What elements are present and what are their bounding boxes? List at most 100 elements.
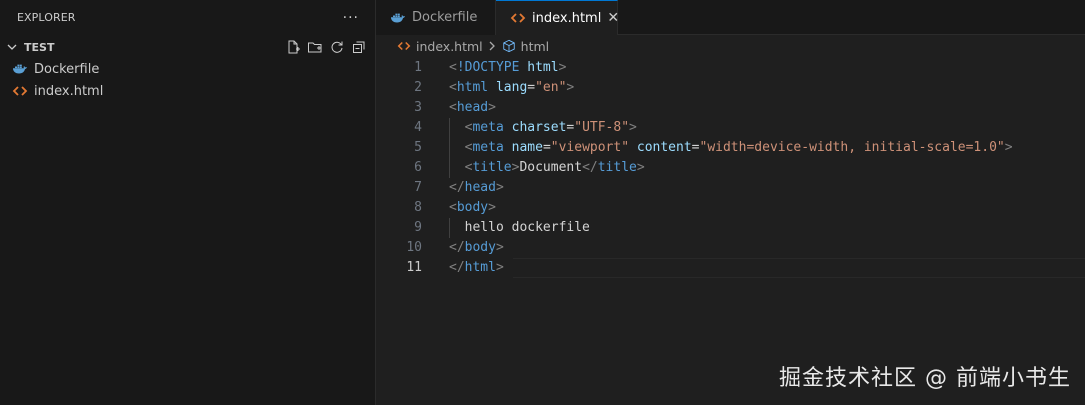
docker-icon <box>390 10 406 26</box>
code-line[interactable]: 2 <html lang="en"> <box>376 78 1085 98</box>
code-token: html <box>527 60 559 75</box>
code-token: </ <box>449 260 465 275</box>
tab-label: Dockerfile <box>412 10 478 25</box>
editor-area: Dockerfile index.html ✕ index.html html <box>376 0 1085 405</box>
explorer-header: EXPLORER ··· <box>0 0 375 35</box>
code-line[interactable]: 8 <body> <box>376 198 1085 218</box>
line-number: 7 <box>414 180 422 195</box>
folder-row-test[interactable]: TEST <box>0 36 375 58</box>
line-number: 2 <box>414 80 422 95</box>
code-token: title <box>472 160 512 175</box>
html-file-icon <box>396 38 412 54</box>
code-token: body <box>464 240 496 255</box>
refresh-icon[interactable] <box>329 39 345 55</box>
code-token: content <box>636 140 692 155</box>
code-line[interactable]: 9 hello dockerfile <box>376 218 1085 238</box>
code-token: > <box>636 160 645 175</box>
code-token: < <box>449 100 457 115</box>
line-source: <body> <box>449 198 496 218</box>
line-source: </body> <box>449 238 504 258</box>
close-icon[interactable]: ✕ <box>607 10 619 26</box>
code-line[interactable]: 6 <title>Document</title> <box>376 158 1085 178</box>
code-token: > <box>495 180 504 195</box>
file-item-dockerfile[interactable]: Dockerfile <box>0 58 375 80</box>
code-token: title <box>597 160 637 175</box>
code-token: name <box>511 140 543 155</box>
code-token: > <box>495 260 504 275</box>
explorer-title: EXPLORER <box>17 11 76 24</box>
tab-dockerfile[interactable]: Dockerfile <box>376 0 496 35</box>
breadcrumb-file[interactable]: index.html <box>416 39 483 54</box>
file-item-index-html[interactable]: index.html <box>0 80 375 102</box>
code-token: "UTF-8" <box>574 120 630 135</box>
file-name: index.html <box>34 83 104 99</box>
code-token: < <box>449 200 457 215</box>
code-token: = <box>691 140 700 155</box>
line-source: </head> <box>449 178 504 198</box>
line-source: <head> <box>449 98 496 118</box>
new-file-icon[interactable] <box>285 39 301 55</box>
code-token: > <box>1004 140 1013 155</box>
code-token: html <box>456 80 489 95</box>
code-line[interactable]: 5 <meta name="viewport" content="width=d… <box>376 138 1085 158</box>
html-file-icon <box>510 10 526 26</box>
code-token: > <box>488 200 496 215</box>
code-line[interactable]: 3 <head> <box>376 98 1085 118</box>
line-number: 3 <box>414 100 422 115</box>
code-token: !DOCTYPE <box>456 60 520 75</box>
code-token: body <box>456 200 489 215</box>
file-name: Dockerfile <box>34 61 100 77</box>
chevron-down-icon <box>4 39 20 55</box>
vscode-window: EXPLORER ··· TEST Dockerfile index.html … <box>0 0 1085 405</box>
html-file-icon <box>12 83 28 99</box>
code-line[interactable]: 11 </html> <box>376 258 1085 278</box>
tab-index-html[interactable]: index.html ✕ <box>496 0 619 35</box>
code-token: meta <box>472 140 504 155</box>
code-line[interactable]: 7 </head> <box>376 178 1085 198</box>
chevron-right-icon <box>487 40 497 52</box>
line-source: <html lang="en"> <box>449 78 574 98</box>
breadcrumb-element[interactable]: html <box>521 39 549 54</box>
code-token: > <box>566 80 575 95</box>
code-token: lang <box>495 80 528 95</box>
line-number: 8 <box>414 200 422 215</box>
code-token: "viewport" <box>550 140 630 155</box>
code-line[interactable]: 4 <meta charset="UTF-8"> <box>376 118 1085 138</box>
line-source: hello dockerfile <box>449 218 590 238</box>
element-cube-icon <box>501 38 517 54</box>
breadcrumb: index.html html <box>376 35 1085 57</box>
watermark-text: 掘金技术社区 @ 前端小书生 <box>779 366 1071 391</box>
code-token: </ <box>582 160 598 175</box>
code-token: html <box>464 260 496 275</box>
code-line[interactable]: 1 <!DOCTYPE html> <box>376 58 1085 78</box>
explorer-sidebar: EXPLORER ··· TEST Dockerfile index.html <box>0 0 376 405</box>
code-token: > <box>495 240 504 255</box>
code-editor[interactable]: 1 <!DOCTYPE html> 2 <html lang="en"> 3 <head>… <box>376 58 1085 278</box>
line-source: </html> <box>449 258 504 278</box>
code-token: meta <box>472 120 504 135</box>
code-line[interactable]: 10 </body> <box>376 238 1085 258</box>
line-source: <meta name="viewport" content="width=dev… <box>449 138 1013 158</box>
folder-name: TEST <box>24 40 55 54</box>
code-token: hello dockerfile <box>449 220 590 235</box>
tab-label: index.html <box>532 10 602 26</box>
line-number: 10 <box>406 240 422 255</box>
code-token: > <box>488 100 496 115</box>
line-number: 11 <box>406 260 422 275</box>
code-token: charset <box>511 120 567 135</box>
line-number: 6 <box>414 160 422 175</box>
new-folder-icon[interactable] <box>307 39 323 55</box>
code-token: Document <box>519 160 583 175</box>
collapse-all-icon[interactable] <box>351 39 367 55</box>
code-token: < <box>449 80 457 95</box>
line-source: <title>Document</title> <box>449 158 645 178</box>
more-actions-button[interactable]: ··· <box>343 10 359 26</box>
code-token: > <box>558 60 567 75</box>
line-number: 4 <box>414 120 422 135</box>
line-number: 1 <box>414 60 422 75</box>
